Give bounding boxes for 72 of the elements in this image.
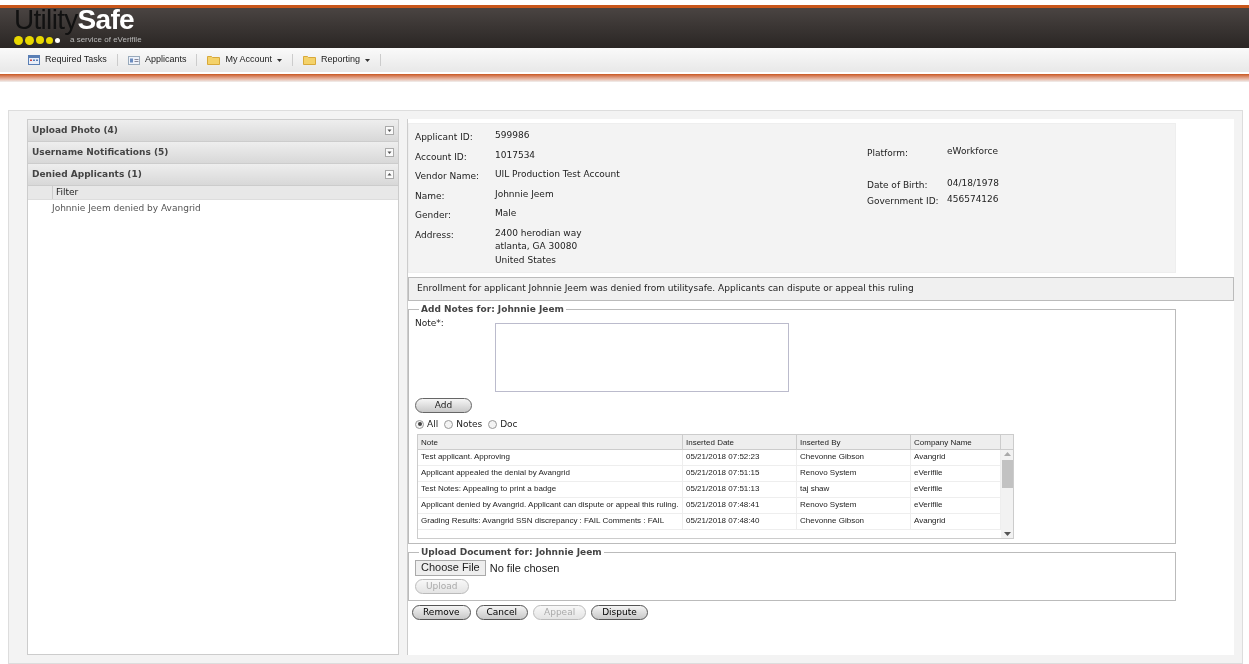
table-cell: taj shaw	[797, 482, 911, 497]
logo-tagline: a service of eVerifile	[70, 35, 142, 46]
file-status: No file chosen	[489, 560, 560, 576]
status-message: Enrollment for applicant Johnnie Jeem was denied from utilitysafe. Applicants can dispute or appeal this ruling	[408, 277, 1234, 301]
list-item[interactable]: Johnnie Jeem denied by Avangrid	[28, 200, 398, 218]
logo-dots-icon	[14, 35, 60, 45]
column-header: Note	[418, 435, 683, 449]
table-cell: 05/21/2018 07:51:15	[683, 466, 797, 481]
table-cell: Grading Results: Avangrid SSN discrepancy : FAIL Comments : FAIL	[418, 514, 683, 529]
section-legend: Add Notes for: Johnnie Jeem	[419, 303, 566, 317]
section-legend: Upload Document for: Johnnie Jeem	[419, 546, 604, 560]
field-label: Date of Birth:	[867, 179, 929, 189]
filter-radio[interactable]: Notes	[444, 417, 483, 431]
table-cell: Applicant appealed the denial by Avangrid	[418, 466, 683, 481]
folder-icon	[302, 55, 316, 65]
folder-icon	[207, 55, 221, 65]
field-value: 04/18/1978	[947, 177, 999, 189]
field-value: 456574126	[947, 193, 999, 205]
nav-item[interactable]: Required Tasks	[24, 53, 111, 67]
accordion-header[interactable]: Username Notifications (5)	[28, 142, 398, 164]
field-label: Name:	[415, 189, 446, 203]
action-button[interactable]: Cancel	[475, 605, 529, 620]
nav-item[interactable]: My Account	[203, 53, 286, 67]
table-cell: 05/21/2018 07:52:23	[683, 450, 797, 465]
accordion-header[interactable]: Upload Photo (4)	[28, 120, 398, 142]
calendar-icon	[28, 55, 40, 65]
column-header: Inserted Date	[683, 435, 797, 449]
table-cell: Test Notes: Appealing to print a badge	[418, 482, 683, 497]
field-label: Gender:	[415, 209, 453, 222]
column-header: Company Name	[911, 435, 1001, 449]
field-label: Account ID:	[415, 150, 468, 164]
field-value: UIL Production Test Account	[495, 168, 620, 181]
action-button[interactable]: Dispute	[591, 605, 648, 620]
field-value: 599986	[495, 129, 530, 142]
table-cell: 05/21/2018 07:51:13	[683, 482, 797, 497]
note-field[interactable]	[495, 322, 789, 392]
address-line: 2400 herodian way	[495, 226, 582, 240]
table-cell: Renovo System	[797, 498, 911, 513]
add-button[interactable]: Add	[415, 397, 472, 413]
table-cell: Renovo System	[797, 466, 911, 481]
table-cell: Test applicant. Approving	[418, 450, 683, 465]
column-header: Filter	[52, 185, 79, 200]
address-line: United States	[495, 253, 557, 267]
action-button[interactable]: Remove	[412, 605, 471, 620]
field-value: Male	[495, 207, 517, 220]
column-header: Inserted By	[797, 435, 911, 449]
field-label: Address:	[415, 228, 455, 242]
scroll-up-icon[interactable]	[1003, 452, 1011, 456]
field-label: Note*:	[415, 316, 445, 330]
table-cell: Chevonne Gibson	[797, 514, 911, 529]
table-cell: 05/21/2018 07:48:40	[683, 514, 797, 529]
field-label: Platform:	[867, 147, 909, 157]
scrollbar[interactable]	[1001, 450, 1013, 538]
scroll-down-icon[interactable]	[1003, 532, 1011, 536]
filter-radio[interactable]: All	[415, 417, 439, 431]
choose-file-button[interactable]: Choose File	[415, 559, 486, 576]
table-cell: 05/21/2018 07:48:41	[683, 498, 797, 513]
logo: UtilitySafe	[14, 6, 135, 34]
address-line: atlanta, GA 30080	[495, 240, 579, 253]
nav-item[interactable]: Reporting	[298, 53, 374, 67]
filter-radio[interactable]: Doc	[488, 417, 518, 431]
table-cell: Applicant denied by Avangrid. Applicant can dispute or appeal this ruling.	[418, 498, 683, 513]
id-card-icon	[127, 55, 140, 65]
field-value: Johnnie Jeem	[495, 187, 554, 201]
field-label: Applicant ID:	[415, 131, 474, 144]
field-value: 1017534	[495, 148, 536, 162]
accordion-header[interactable]: Denied Applicants (1)	[28, 164, 398, 186]
nav-item[interactable]: Applicants	[123, 53, 191, 67]
field-label: Vendor Name:	[415, 170, 481, 183]
field-value: eWorkforce	[947, 145, 998, 157]
table-cell: Chevonne Gibson	[797, 450, 911, 465]
field-label: Government ID:	[867, 195, 940, 205]
